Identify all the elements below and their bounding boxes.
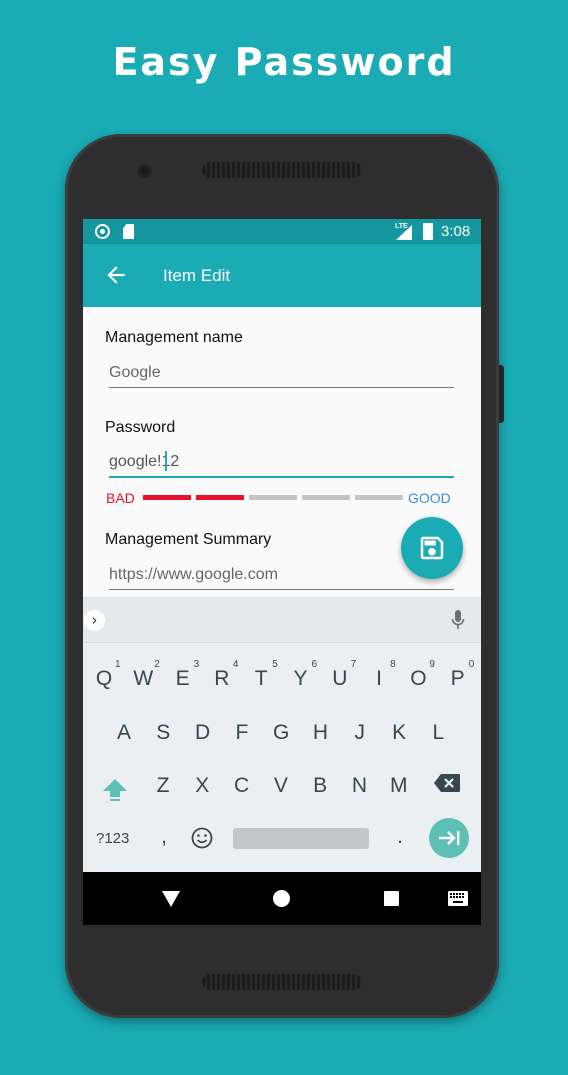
- top-speaker: [202, 162, 362, 178]
- backspace-icon[interactable]: [433, 773, 461, 793]
- strength-segment: [355, 495, 403, 500]
- app-bar: Item Edit: [83, 244, 481, 307]
- key-o[interactable]: O: [403, 667, 433, 691]
- tab-arrow-icon: [439, 831, 460, 845]
- strength-segment: [143, 495, 191, 500]
- network-type: LTE: [395, 223, 408, 230]
- key-w[interactable]: W: [128, 667, 158, 691]
- key-i[interactable]: I: [364, 667, 394, 691]
- key-hint: 6: [311, 659, 318, 670]
- key-p[interactable]: P: [443, 667, 473, 691]
- phone-screen: LTE 3:08 Item Edit Management name Passw…: [83, 219, 481, 925]
- management-summary-input[interactable]: [109, 560, 454, 590]
- key-v[interactable]: V: [266, 774, 296, 798]
- battery-icon: [423, 223, 433, 240]
- password-input[interactable]: [109, 448, 454, 478]
- key-s[interactable]: S: [148, 721, 178, 745]
- suggestion-strip: ›: [83, 597, 481, 643]
- microphone-icon[interactable]: [451, 609, 465, 631]
- key-k[interactable]: K: [384, 721, 414, 745]
- key-hint: 9: [429, 659, 435, 670]
- strength-segment: [302, 495, 350, 500]
- key-y[interactable]: Y: [286, 667, 316, 691]
- enter-key[interactable]: [429, 818, 469, 858]
- password-label: Password: [105, 419, 176, 436]
- key-j[interactable]: J: [345, 721, 375, 745]
- keyboard-switch-icon[interactable]: [448, 891, 468, 906]
- notification-dot-icon: [95, 224, 110, 239]
- nav-recents-icon[interactable]: [384, 891, 399, 906]
- key-m[interactable]: M: [384, 774, 414, 798]
- key-hint: 1: [115, 659, 121, 670]
- emoji-icon[interactable]: [191, 827, 213, 849]
- management-name-input[interactable]: [109, 358, 454, 388]
- key-d[interactable]: D: [188, 721, 218, 745]
- symbols-key[interactable]: ?123: [96, 830, 129, 847]
- key-c[interactable]: C: [227, 774, 257, 798]
- bottom-speaker: [202, 974, 362, 990]
- system-nav-bar: [83, 872, 481, 925]
- key-l[interactable]: L: [423, 721, 453, 745]
- sd-card-icon: [123, 224, 134, 239]
- status-time: 3:08: [441, 223, 471, 240]
- front-camera: [138, 164, 152, 178]
- key-g[interactable]: G: [266, 721, 296, 745]
- status-bar: LTE 3:08: [83, 219, 481, 244]
- key-hint: 7: [350, 659, 357, 670]
- comma-key[interactable]: ,: [149, 825, 179, 849]
- key-r[interactable]: R: [207, 667, 237, 691]
- key-f[interactable]: F: [227, 721, 257, 745]
- page-title: Item Edit: [163, 266, 231, 285]
- key-a[interactable]: A: [109, 721, 139, 745]
- period-key[interactable]: .: [385, 825, 415, 849]
- chevron-right-icon[interactable]: ›: [84, 610, 105, 631]
- back-arrow-icon[interactable]: [103, 262, 129, 288]
- key-hint: 0: [468, 659, 475, 670]
- text-cursor: [165, 451, 167, 471]
- key-x[interactable]: X: [187, 774, 217, 798]
- key-b[interactable]: B: [305, 774, 335, 798]
- strength-bad-label: BAD: [106, 490, 135, 506]
- save-button[interactable]: [401, 517, 463, 579]
- key-h[interactable]: H: [306, 721, 336, 745]
- key-n[interactable]: N: [345, 774, 375, 798]
- key-hint: 2: [154, 659, 160, 670]
- key-hint: 3: [193, 659, 200, 670]
- soft-keyboard: › Q1W2E3R4T5Y6U7I8O9P0 ASDFGHJKL ZXCVBNM…: [83, 597, 481, 872]
- strength-segment: [249, 495, 297, 500]
- key-z[interactable]: Z: [148, 774, 178, 798]
- key-hint: 4: [232, 659, 239, 670]
- strength-good-label: GOOD: [408, 490, 451, 506]
- shift-icon[interactable]: [101, 775, 129, 803]
- strength-segment: [196, 495, 244, 500]
- phone-frame: LTE 3:08 Item Edit Management name Passw…: [65, 134, 499, 1018]
- key-e[interactable]: E: [168, 667, 198, 691]
- key-hint: 8: [390, 659, 396, 670]
- management-summary-label: Management Summary: [105, 531, 272, 548]
- nav-home-icon[interactable]: [273, 890, 290, 907]
- nav-back-icon[interactable]: [162, 891, 180, 907]
- space-bar[interactable]: [233, 828, 369, 849]
- key-t[interactable]: T: [246, 667, 276, 691]
- key-q[interactable]: Q: [89, 667, 119, 691]
- key-hint: 5: [272, 659, 278, 670]
- floppy-disk-icon: [420, 536, 444, 560]
- management-name-label: Management name: [105, 329, 243, 346]
- key-u[interactable]: U: [325, 667, 355, 691]
- hero-title: Easy Password: [112, 40, 456, 84]
